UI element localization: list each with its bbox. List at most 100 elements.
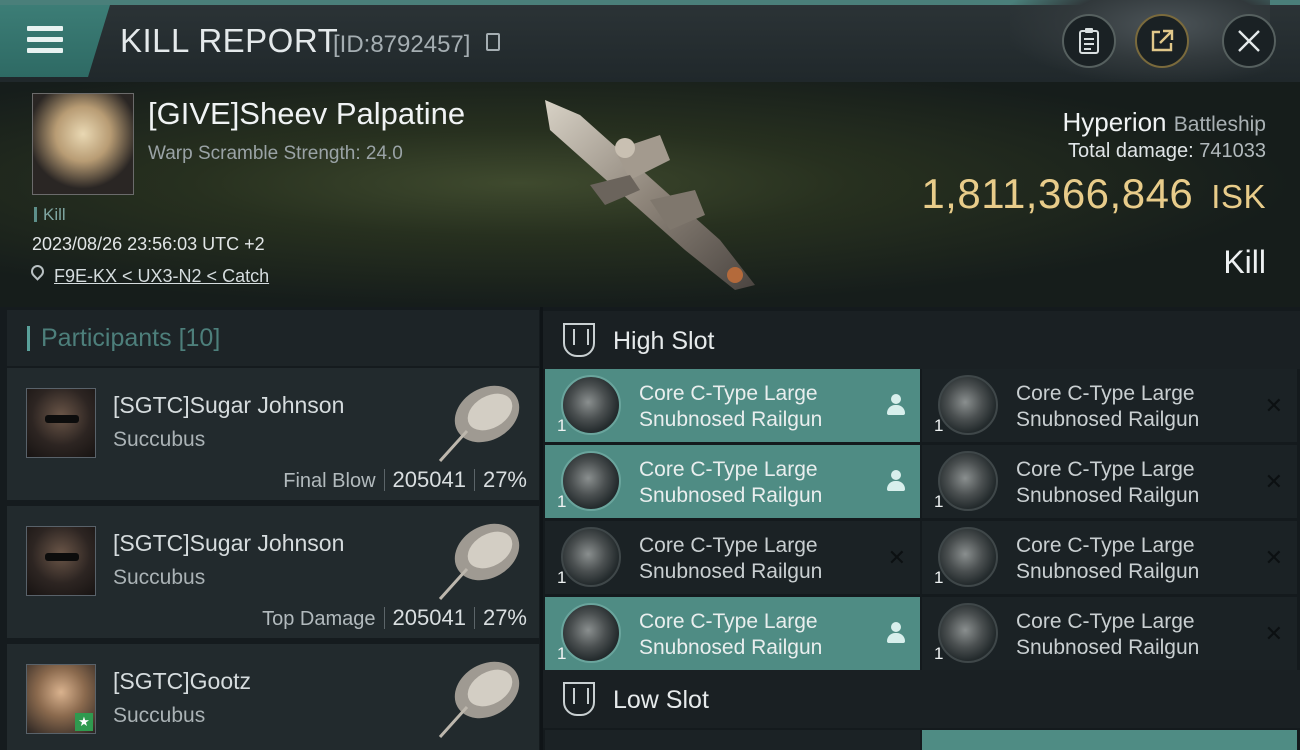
module-quantity: 1 [934,568,944,587]
module-name-line1: Core C-Type Large [1016,610,1195,633]
module-name: Core C-Type Large Snubnosed Railgun [639,609,822,661]
total-damage: Total damage: 741033 [1068,140,1266,163]
destroyed-x-icon: ✕ [887,545,906,570]
kill-result: Kill [1223,244,1266,280]
close-button[interactable] [1222,14,1276,68]
clipboard-icon [1079,28,1099,54]
participant-ship-image [438,385,520,463]
module-item[interactable]: 1 Core C-Type Large Snubnosed Railgun [545,597,920,670]
module-name-line1: Core C-Type Large [639,382,818,405]
participant-stats: Top Damage 205041 27% [262,605,527,631]
menu-icon [27,26,63,31]
participant-ship: Succubus [113,566,206,589]
low-slot-header: Low Slot [543,670,1300,728]
participants-title: Participants [10] [27,324,220,353]
high-slot-header: High Slot [543,311,1300,369]
module-item[interactable]: 1 Core C-Type Large Snubnosed Railgun ✕ [922,521,1297,594]
module-quantity: 1 [557,492,567,511]
clipboard-button[interactable] [1062,14,1116,68]
module-item[interactable]: 1 Core C-Type Large Snubnosed Railgun ✕ [922,445,1297,518]
divider [473,607,475,629]
divider [383,469,385,491]
module-item-partial[interactable] [545,730,920,750]
participant-ship: Succubus [113,428,206,451]
module-name-line2: Snubnosed Railgun [639,484,823,507]
destroyed-x-icon: ✕ [1264,469,1283,494]
close-icon [1238,30,1260,52]
avatar-glasses [45,553,79,561]
victim-portrait[interactable] [32,93,134,195]
high-slot-title: High Slot [613,327,715,355]
module-name-line1: Core C-Type Large [639,458,818,481]
module-name-line2: Snubnosed Railgun [1016,636,1200,659]
participants-count: [10] [178,324,221,352]
module-item[interactable]: 1 Core C-Type Large Snubnosed Railgun ✕ [545,521,920,594]
module-name-line1: Core C-Type Large [639,610,818,633]
module-quantity: 1 [557,644,567,663]
kill-location-link[interactable]: F9E-KX < UX3-N2 < Catch [54,266,269,287]
divider [383,607,385,629]
module-name: Core C-Type Large Snubnosed Railgun [1016,381,1199,433]
module-name: Core C-Type Large Snubnosed Railgun [1016,533,1199,585]
module-item-partial[interactable] [922,730,1297,750]
participant-name: [SGTC]Sugar Johnson [113,530,345,556]
victim-ship: Hyperion Battleship [1062,107,1266,138]
high-slot-icon [563,323,595,357]
railgun-icon [561,527,621,587]
module-name-line2: Snubnosed Railgun [639,408,823,431]
participant-damage: 205041 [392,605,466,630]
dropped-person-icon [886,622,906,644]
participant-row[interactable]: ★ [SGTC]Gootz Succubus [7,644,539,750]
module-name: Core C-Type Large Snubnosed Railgun [639,533,822,585]
participant-ship: Succubus [113,704,206,727]
participant-ship-image [438,661,520,739]
module-name-line2: Snubnosed Railgun [1016,484,1200,507]
report-id: [ID:8792457] [333,31,471,58]
railgun-icon [938,375,998,435]
participant-ship-image [438,523,520,601]
module-name: Core C-Type Large Snubnosed Railgun [639,457,822,509]
low-slot-title: Low Slot [613,686,709,714]
railgun-icon [561,375,621,435]
copy-icon[interactable] [486,33,500,51]
destroyed-x-icon: ✕ [1264,545,1283,570]
warp-scramble-strength: Warp Scramble Strength: 24.0 [148,143,403,164]
module-item[interactable]: 1 Core C-Type Large Snubnosed Railgun ✕ [922,369,1297,442]
participant-percent: 27% [482,467,527,492]
participant-damage: 205041 [392,467,466,492]
module-item[interactable]: 1 Core C-Type Large Snubnosed Railgun [545,369,920,442]
module-name-line2: Snubnosed Railgun [1016,408,1200,431]
destroyed-x-icon: ✕ [1264,621,1283,646]
isk-amount: 1,811,366,846 [921,170,1194,217]
module-name-line1: Core C-Type Large [1016,534,1195,557]
victim-name[interactable]: [GIVE]Sheev Palpatine [148,96,465,132]
participant-avatar [26,388,96,458]
menu-icon-bar [27,37,63,42]
module-name-line1: Core C-Type Large [639,534,818,557]
module-name-line2: Snubnosed Railgun [1016,560,1200,583]
ship-name: Hyperion [1062,107,1167,137]
module-name: Core C-Type Large Snubnosed Railgun [1016,609,1199,661]
share-icon [1151,29,1174,52]
module-item[interactable]: 1 Core C-Type Large Snubnosed Railgun ✕ [922,597,1297,670]
divider [473,469,475,491]
module-name: Core C-Type Large Snubnosed Railgun [1016,457,1199,509]
dropped-person-icon [886,470,906,492]
participant-avatar [26,526,96,596]
low-slot-icon [563,682,595,716]
total-damage-label: Total damage: [1068,140,1194,162]
participant-avatar: ★ [26,664,96,734]
ship-class: Battleship [1173,113,1266,136]
participant-row[interactable]: [SGTC]Sugar Johnson Succubus Final Blow 2… [7,368,539,500]
participants-label: Participants [41,324,172,352]
railgun-icon [561,451,621,511]
victim-ship-image [545,100,755,290]
share-button[interactable] [1135,14,1189,68]
participant-name: [SGTC]Sugar Johnson [113,392,345,418]
module-quantity: 1 [557,568,567,587]
kill-datetime: 2023/08/26 23:56:03 UTC +2 [32,234,265,254]
participant-row[interactable]: [SGTC]Sugar Johnson Succubus Top Damage 2… [7,506,539,638]
module-quantity: 1 [557,416,567,435]
module-item[interactable]: 1 Core C-Type Large Snubnosed Railgun [545,445,920,518]
isk-value: 1,811,366,846 ISK [921,170,1266,218]
